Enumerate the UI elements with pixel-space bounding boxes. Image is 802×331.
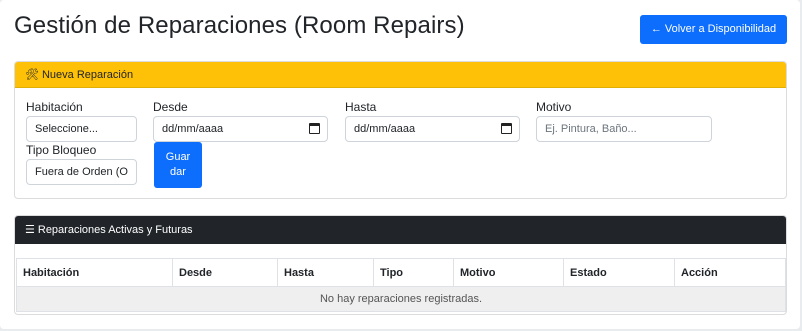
back-to-availability-button[interactable]: ← Volver a Disponibilidad xyxy=(640,15,787,44)
block-type-select[interactable]: Fuera de Orden (O xyxy=(26,159,137,185)
from-date-input[interactable]: dd/mm/aaaa xyxy=(153,116,328,142)
empty-message: No hay reparaciones registradas. xyxy=(16,286,786,312)
block-type-label: Tipo Bloqueo xyxy=(26,143,97,157)
to-date-input[interactable]: dd/mm/aaaa xyxy=(345,116,520,142)
from-label: Desde xyxy=(153,100,188,114)
list-icon: ☰ xyxy=(25,224,35,236)
repairs-table: Habitación Desde Hasta Tipo Motivo Estad… xyxy=(16,258,786,312)
column-header-from: Desde xyxy=(172,258,278,287)
page-title: Gestión de Reparaciones (Room Repairs) xyxy=(14,12,465,39)
new-repair-header: 🛠︎ Nueva Reparación xyxy=(15,62,786,88)
reason-input[interactable]: Ej. Pintura, Baño... xyxy=(536,116,712,142)
room-label: Habitación xyxy=(26,100,83,114)
page-container: Gestión de Reparaciones (Room Repairs) ←… xyxy=(0,0,800,329)
column-header-reason: Motivo xyxy=(453,258,564,287)
arrow-left-icon: ← xyxy=(650,23,662,35)
save-label-line1: Guar xyxy=(165,151,191,163)
new-repair-card: 🛠︎ Nueva Reparación Habitación Seleccione… xyxy=(14,61,787,199)
new-repair-title: Nueva Reparación xyxy=(41,69,134,81)
column-header-type: Tipo xyxy=(373,258,454,287)
tools-icon: 🛠︎ xyxy=(25,69,39,81)
column-header-status: Estado xyxy=(563,258,675,287)
repairs-list-header: ☰ Reparaciones Activas y Futuras xyxy=(15,216,786,244)
reason-label: Motivo xyxy=(536,100,572,114)
room-select[interactable]: Seleccione... xyxy=(26,116,137,142)
column-header-to: Hasta xyxy=(277,258,374,287)
table-row: No hay reparaciones registradas. xyxy=(16,286,786,312)
to-label: Hasta xyxy=(345,100,377,114)
table-header-row: Habitación Desde Hasta Tipo Motivo Estad… xyxy=(16,258,786,287)
calendar-icon[interactable] xyxy=(501,123,512,134)
to-date-placeholder: dd/mm/aaaa xyxy=(354,123,416,135)
column-header-room: Habitación xyxy=(16,258,173,287)
save-button[interactable]: Guar dar xyxy=(154,142,202,188)
calendar-icon[interactable] xyxy=(309,123,320,134)
repairs-list-title: Reparaciones Activas y Futuras xyxy=(37,224,193,236)
back-button-label: Volver a Disponibilidad xyxy=(664,23,777,35)
save-label-line2: dar xyxy=(170,166,186,178)
column-header-action: Acción xyxy=(674,258,786,287)
repairs-list-card: ☰ Reparaciones Activas y Futuras Habitaci… xyxy=(14,215,787,315)
from-date-placeholder: dd/mm/aaaa xyxy=(162,123,224,135)
